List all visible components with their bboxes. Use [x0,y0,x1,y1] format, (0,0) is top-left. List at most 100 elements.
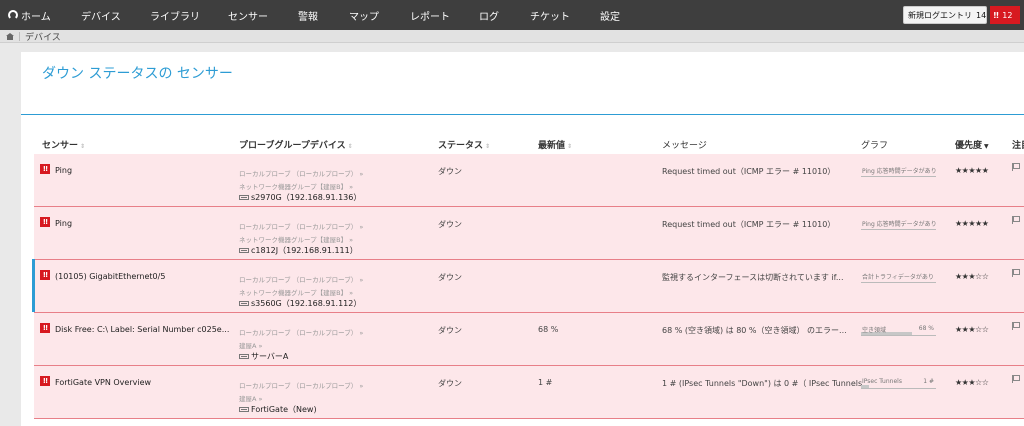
flag-icon[interactable] [1012,163,1020,171]
column-header-status-label: ステータス [438,141,484,151]
nav-home-label: ホーム [21,11,51,23]
new-log-entries-count: 14 [976,10,987,20]
breadcrumb-separator [19,31,20,41]
status-text: ダウン [438,220,462,229]
device-name: s2970G（192.168.91.136） [251,193,362,202]
probe-path[interactable]: ローカルプローブ （ローカルプローブ） » [239,380,363,390]
column-header-probe-label: プローブグループデバイス [239,141,346,151]
group-path[interactable]: 建屋A » [239,393,263,403]
nav-maps[interactable]: マップ [349,0,379,30]
prtg-logo-icon [8,10,18,20]
column-header-priority-label: 優先度 [955,141,983,151]
group-path[interactable]: ネットワーク機器グループ【建屋B】 » [239,287,353,297]
nav-home[interactable]: ホーム [8,0,51,30]
nav-reports[interactable]: レポート [410,0,450,30]
flag-icon[interactable] [1012,322,1020,330]
flag-icon[interactable] [1012,375,1020,383]
status-text: ダウン [438,326,462,335]
column-header-sensor[interactable]: センサー ⇕ [42,138,85,151]
probe-path[interactable]: ローカルプローブ （ローカルプローブ） » [239,221,363,231]
sensor-name-link[interactable]: Ping [55,166,72,175]
flag-icon[interactable] [1012,269,1020,277]
column-header-status[interactable]: ステータス ⇕ [438,138,490,151]
message-text: 1 # (IPsec Tunnels "Down") は 0 #（ IPsec … [662,379,870,388]
device-link[interactable]: s2970G（192.168.91.136） [239,192,361,203]
priority-stars[interactable]: ★★★★★ [955,166,989,175]
device-link[interactable]: FortiGate（New) [239,404,317,415]
column-header-message[interactable]: メッセージ [662,138,707,151]
sensor-list-panel: ダウン ステータスの センサー センサー ⇕ プローブグループデバイス ⇕ ステータ… [21,52,1024,426]
nav-logs[interactable]: ログ [479,0,499,30]
graph-label: IPsec Tunnels [862,378,902,385]
column-header-priority[interactable]: 優先度 ▼ [955,138,989,151]
alarm-count-badge[interactable]: !! 12 [990,6,1020,24]
sort-icon: ⇕ [485,143,491,150]
home-icon[interactable] [6,32,14,40]
nav-sensors[interactable]: センサー [228,0,268,30]
mini-graph: Ping 応答時間データがあり [861,218,936,230]
new-log-entries-label: 新規ログエントリ [908,10,972,20]
device-name: FortiGate（New) [251,405,317,414]
column-header-favorite[interactable]: 注目 [1012,138,1024,151]
graph-value: 1 # [923,378,934,385]
column-header-favorite-label: 注目 [1012,141,1024,151]
message-text: 68 % (空き領域) は 80 %（空き領域） のエラー... [662,326,847,335]
device-link[interactable]: サーバーA [239,351,288,362]
column-header-sensor-label: センサー [42,141,79,151]
top-navigation: ホーム デバイス ライブラリ センサー 警報 マップ レポート ログ チケット … [0,0,1024,30]
breadcrumb-current[interactable]: デバイス [25,30,61,43]
flag-icon[interactable] [1012,216,1020,224]
graph-value: 68 % [918,325,934,332]
column-header-graph: グラフ [861,138,888,151]
device-name: c1812J（192.168.91.111） [251,246,358,255]
probe-path[interactable]: ローカルプローブ （ローカルプローブ） » [239,168,363,178]
group-path[interactable]: ネットワーク機器グループ【建屋B】 » [239,234,353,244]
group-path[interactable]: ネットワーク機器グループ【建屋B】 » [239,181,353,191]
sensor-name-link[interactable]: FortiGate VPN Overview [55,378,151,387]
graph-label: Ping 応答時間データがあり [862,168,936,175]
device-name: サーバーA [251,352,289,361]
sensor-name-link[interactable]: Disk Free: C:\ Label: Serial Number c025… [55,325,229,334]
device-link[interactable]: s3560G（192.168.91.112） [239,298,361,309]
column-header-probe[interactable]: プローブグループデバイス ⇕ [239,138,353,151]
sensor-name-link[interactable]: Ping [55,219,72,228]
down-status-icon: !! [40,270,50,280]
probe-path[interactable]: ローカルプローブ （ローカルプローブ） » [239,274,363,284]
priority-stars[interactable]: ★★★☆☆ [955,325,989,334]
column-header-graph-label: グラフ [861,141,889,151]
device-icon [239,195,249,200]
last-value: 1 # [538,378,553,387]
new-log-entries-button[interactable]: 新規ログエントリ 14 [903,6,987,24]
title-divider [21,114,1024,115]
table-row[interactable]: !! Ping ローカルプローブ （ローカルプローブ） » ネットワーク機器グル… [34,154,1024,207]
column-header-lastvalue[interactable]: 最新値 ⇕ [538,138,572,151]
table-row[interactable]: !! Ping ローカルプローブ （ローカルプローブ） » ネットワーク機器グル… [34,207,1024,260]
mini-graph: 空き領域 68 % [861,324,936,336]
page-title: ダウン ステータスの センサー [42,66,233,82]
graph-label: 空き領域 [862,327,887,334]
down-status-icon: !! [40,376,50,386]
breadcrumb: デバイス [0,30,1024,43]
nav-library[interactable]: ライブラリ [150,0,200,30]
sensor-name-link[interactable]: (10105) GigabitEthernet0/5 [55,272,165,281]
nav-devices[interactable]: デバイス [81,0,121,30]
priority-stars[interactable]: ★★★☆☆ [955,378,989,387]
table-row[interactable]: !! Disk Free: C:\ Label: Serial Number c… [34,313,1024,366]
mini-graph: IPsec Tunnels 1 # [861,377,936,389]
nav-alarms[interactable]: 警報 [298,0,318,30]
table-row[interactable]: !! (10105) GigabitEthernet0/5 ローカルプローブ （… [32,259,1024,313]
device-icon [239,354,249,359]
group-path[interactable]: 建屋A » [239,340,263,350]
priority-stars[interactable]: ★★★★★ [955,219,989,228]
priority-stars[interactable]: ★★★☆☆ [955,272,989,281]
nav-tickets[interactable]: チケット [530,0,570,30]
table-row[interactable]: !! FortiGate VPN Overview ローカルプローブ （ローカル… [34,366,1024,419]
message-text: 監視するインターフェースは切断されています if... [662,273,844,282]
column-header-lastvalue-label: 最新値 [538,141,566,151]
nav-settings[interactable]: 設定 [600,0,620,30]
probe-path[interactable]: ローカルプローブ （ローカルプローブ） » [239,327,363,337]
sort-icon: ⇕ [347,143,353,150]
device-link[interactable]: c1812J（192.168.91.111） [239,245,358,256]
sort-icon: ⇕ [567,143,573,150]
status-text: ダウン [438,379,462,388]
